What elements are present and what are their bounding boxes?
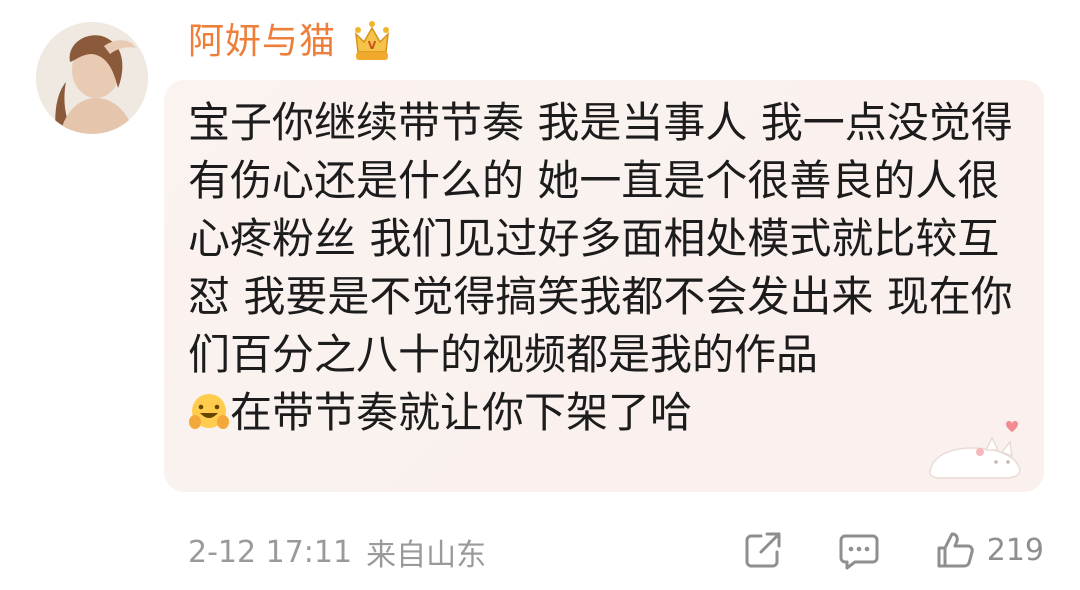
like-count: 219 [986, 532, 1044, 568]
like-button[interactable]: 219 [933, 528, 1044, 572]
cat-sticker-icon [929, 421, 1021, 479]
comment-icon [839, 534, 879, 570]
comment-meta: 2-12 17:11 来自山东 [188, 530, 486, 574]
username-row: 阿妍与猫 V [188, 14, 396, 70]
comment-time: 2-12 17:11 [188, 534, 353, 570]
comment-text: 宝子你继续带节奏 我是当事人 我一点没觉得有伤心还是什么的 她一直是个很善良的人… [188, 94, 1030, 442]
avatar-image [36, 22, 148, 134]
share-button[interactable] [741, 528, 785, 572]
crown-vip-icon[interactable]: V [348, 18, 396, 66]
smiling-face-with-open-hands-emoji [189, 394, 229, 429]
username[interactable]: 阿妍与猫 [188, 24, 336, 60]
comment-text-tail: 在带节奏就让你下架了哈 [230, 388, 693, 437]
comment-button[interactable] [837, 528, 881, 572]
svg-text:V: V [368, 39, 377, 52]
comment-actions: 219 [741, 522, 1044, 578]
comment-bubble: 宝子你继续带节奏 我是当事人 我一点没觉得有伤心还是什么的 她一直是个很善良的人… [164, 80, 1044, 492]
thumbs-up-icon [937, 532, 974, 568]
share-icon [745, 532, 781, 568]
avatar[interactable] [36, 22, 148, 134]
comment-text-main: 宝子你继续带节奏 我是当事人 我一点没觉得有伤心还是什么的 她一直是个很善良的人… [188, 98, 1013, 379]
comment-location: 来自山东 [366, 538, 487, 573]
